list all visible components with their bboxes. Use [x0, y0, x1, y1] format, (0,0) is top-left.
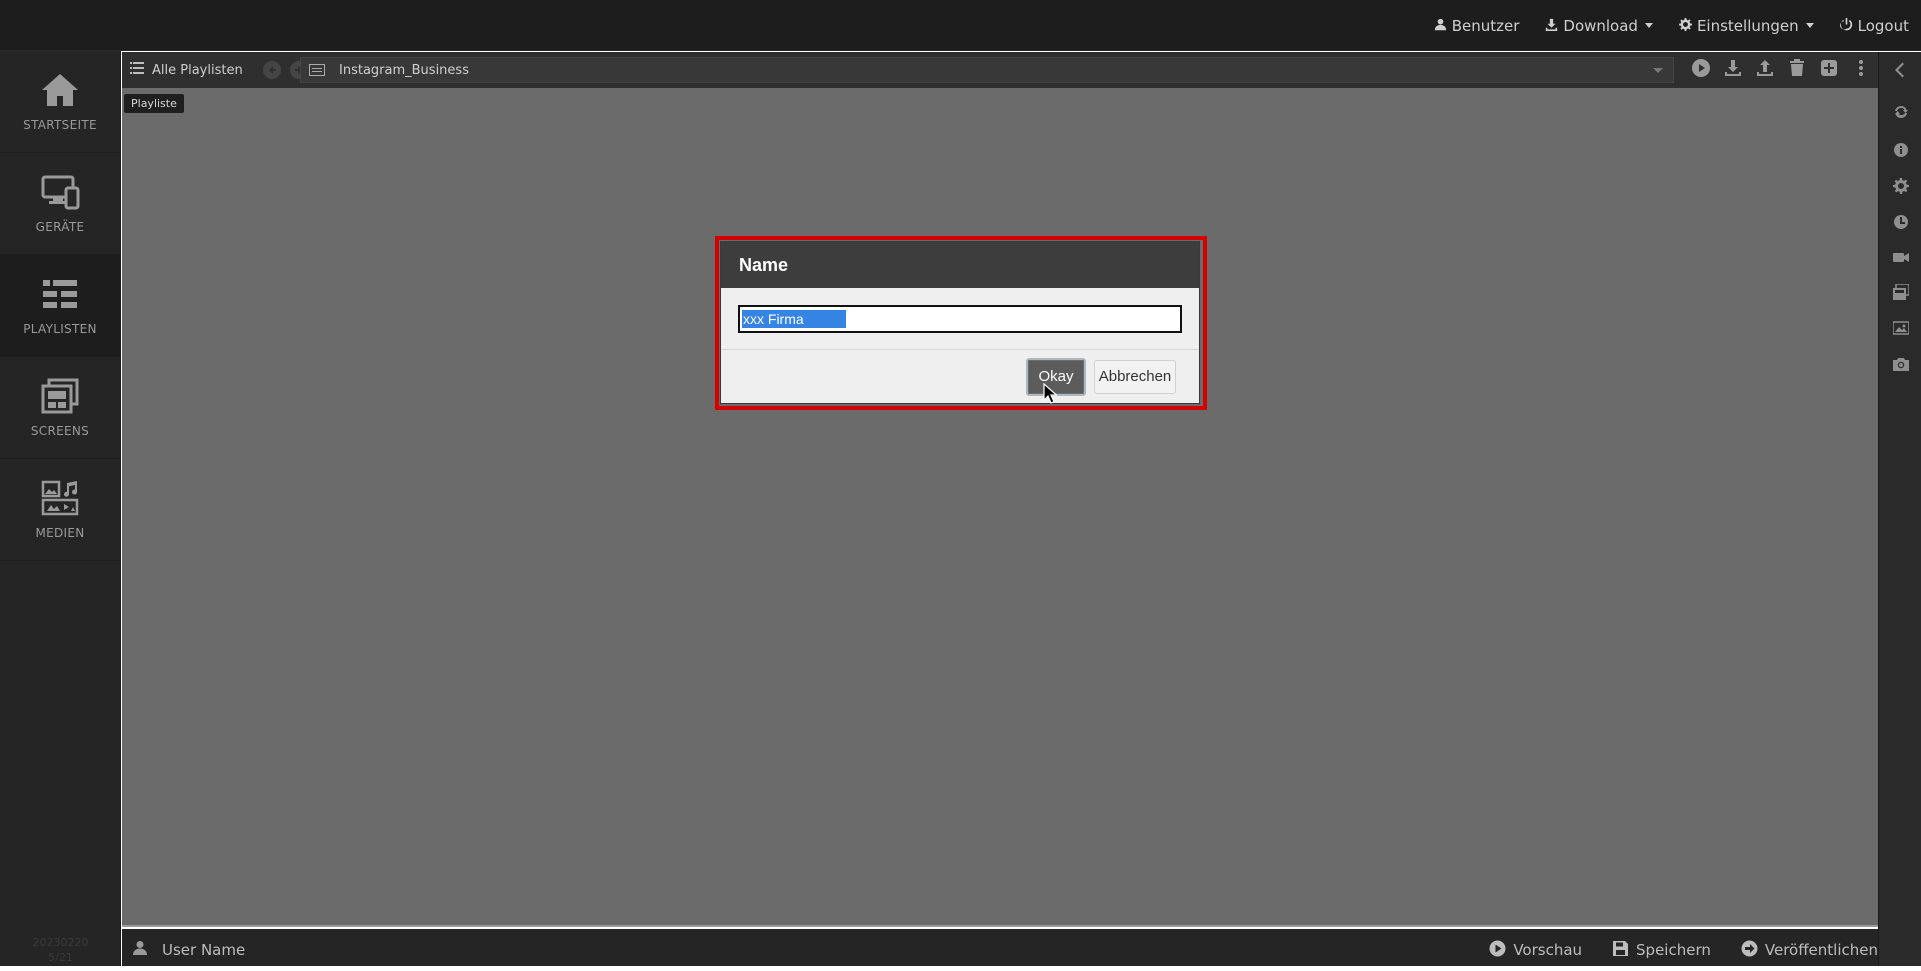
- info-icon[interactable]: [1893, 142, 1909, 158]
- list-icon: [130, 62, 152, 78]
- publish-button[interactable]: Veröffentlichen: [1741, 940, 1878, 961]
- upload-icon[interactable]: [1756, 59, 1774, 81]
- more-vertical-icon[interactable]: [1852, 59, 1870, 81]
- name-dialog: Name xxx Firma Okay Abbrechen: [720, 241, 1200, 404]
- sidebar-item-label: SCREENS: [30, 423, 90, 438]
- sidebar-item-geraete[interactable]: GERÄTE: [0, 153, 120, 255]
- playlist-list-icon: [309, 64, 325, 76]
- all-playlists-button[interactable]: Alle Playlisten: [130, 62, 243, 78]
- bottom-actions: Vorschau Speichern Veröffentlichen: [1459, 929, 1878, 971]
- chevron-down-icon: [1653, 68, 1663, 73]
- playlist-select[interactable]: Instagram_Business: [300, 57, 1674, 83]
- version-line: 5/21: [48, 951, 73, 964]
- bottom-edge: [0, 966, 1921, 971]
- sidebar-item-startseite[interactable]: STARTSEITE: [0, 51, 120, 153]
- benutzer-label: Benutzer: [1451, 16, 1520, 35]
- user-name: User Name: [162, 941, 246, 959]
- video-camera-icon[interactable]: [1893, 249, 1909, 265]
- user-icon: [132, 940, 162, 960]
- download-menu[interactable]: Download: [1545, 17, 1653, 35]
- top-nav: Benutzer Download Einstellungen Logout: [1408, 0, 1909, 51]
- chevron-left-icon[interactable]: [1893, 62, 1909, 78]
- publish-label: Veröffentlichen: [1764, 941, 1878, 959]
- cancel-button[interactable]: Abbrechen: [1094, 359, 1176, 394]
- playlist-tag: Playliste: [124, 94, 184, 113]
- benutzer-menu[interactable]: Benutzer: [1434, 16, 1520, 35]
- dialog-title: Name: [721, 242, 1199, 288]
- camera-icon[interactable]: [1893, 356, 1909, 372]
- name-input-selected-text: xxx Firma: [742, 310, 846, 328]
- arrow-circle-right-icon: [1741, 940, 1765, 961]
- bottom-bar: User Name Vorschau Speichern Veröffentli…: [122, 929, 1878, 971]
- power-icon: [1839, 17, 1853, 35]
- download-label: Download: [1563, 16, 1638, 35]
- play-icon[interactable]: [1692, 59, 1710, 81]
- refresh-icon[interactable]: [1893, 104, 1909, 120]
- layout-icon[interactable]: [1893, 283, 1910, 300]
- save-icon: [1612, 940, 1636, 961]
- clock-icon[interactable]: [1893, 214, 1909, 230]
- sidebar-item-label: MEDIEN: [35, 525, 85, 540]
- playlist-toolbar: Alle Playlisten Instagram_Business: [122, 52, 1878, 88]
- sidebar-item-label: STARTSEITE: [23, 117, 97, 132]
- current-playlist-label: Instagram_Business: [339, 62, 469, 78]
- main-sidebar: STARTSEITE GERÄTE PLAYLISTEN SCREENS MED…: [0, 51, 121, 971]
- version-info: 20230220 5/21: [0, 935, 121, 965]
- sidebar-item-label: PLAYLISTEN: [23, 321, 97, 336]
- sidebar-item-label: GERÄTE: [35, 219, 85, 234]
- save-button[interactable]: Speichern: [1612, 940, 1711, 961]
- sidebar-item-screens[interactable]: SCREENS: [0, 357, 120, 459]
- logout-label: Logout: [1857, 16, 1909, 35]
- sidebar-item-medien[interactable]: MEDIEN: [0, 459, 120, 561]
- playlists-icon: [39, 276, 81, 322]
- gear-icon: [1678, 17, 1692, 35]
- home-icon: [39, 72, 81, 118]
- preview-button[interactable]: Vorschau: [1489, 940, 1582, 961]
- chevron-down-icon: [1805, 23, 1814, 28]
- einstellungen-menu[interactable]: Einstellungen: [1678, 16, 1814, 35]
- top-bar: Benutzer Download Einstellungen Logout: [0, 0, 1921, 51]
- mouse-cursor-icon: [1043, 383, 1057, 404]
- previous-playlist-icon[interactable]: [262, 61, 281, 79]
- einstellungen-label: Einstellungen: [1696, 16, 1799, 35]
- trash-icon[interactable]: [1788, 59, 1806, 81]
- name-input[interactable]: xxx Firma: [738, 305, 1182, 333]
- add-icon[interactable]: [1820, 59, 1838, 81]
- all-playlists-label: Alle Playlisten: [152, 62, 243, 78]
- user-icon: [1434, 17, 1447, 35]
- playlist-workspace: Playliste: [122, 88, 1878, 927]
- sidebar-item-playlisten[interactable]: PLAYLISTEN: [0, 255, 120, 357]
- user-info: User Name: [132, 940, 245, 960]
- logout-button[interactable]: Logout: [1839, 16, 1909, 35]
- right-panel: [1878, 52, 1921, 971]
- media-icon: [39, 480, 81, 526]
- dialog-footer: Okay Abbrechen: [721, 350, 1199, 403]
- screens-icon: [39, 378, 81, 424]
- devices-icon: [39, 174, 81, 220]
- dialog-body: xxx Firma: [721, 288, 1199, 350]
- settings-gear-icon[interactable]: [1893, 178, 1909, 194]
- chevron-down-icon: [1644, 23, 1653, 28]
- save-label: Speichern: [1636, 941, 1711, 959]
- version-line: 20230220: [32, 936, 89, 949]
- image-icon[interactable]: [1892, 320, 1910, 336]
- toolbar-actions: [1692, 52, 1870, 88]
- download-icon: [1545, 17, 1558, 35]
- play-circle-icon: [1489, 940, 1513, 961]
- download-icon[interactable]: [1724, 59, 1742, 81]
- preview-label: Vorschau: [1513, 941, 1583, 959]
